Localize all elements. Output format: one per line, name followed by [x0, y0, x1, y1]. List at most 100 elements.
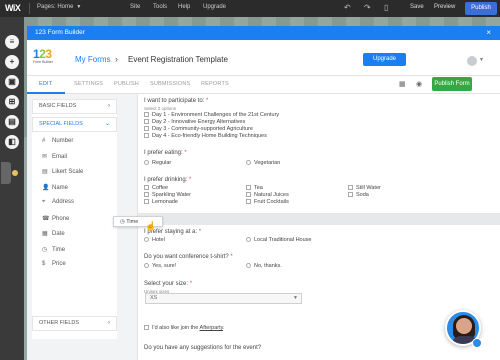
dollar-icon: $ [42, 261, 46, 267]
field-label: Address [52, 199, 75, 205]
number-icon: # [42, 138, 46, 144]
checkbox[interactable] [246, 199, 251, 204]
checkbox[interactable] [144, 325, 149, 330]
checkbox[interactable] [246, 185, 251, 190]
radio-option[interactable]: No, thanks. [246, 263, 282, 269]
field-price[interactable]: $ Price [42, 261, 66, 267]
preview-button[interactable]: Preview [434, 4, 455, 10]
tab-edit[interactable]: EDIT [39, 81, 52, 87]
avatar[interactable] [467, 56, 477, 66]
field-number[interactable]: # Number [42, 138, 73, 144]
radio[interactable] [246, 160, 251, 165]
radio[interactable] [144, 160, 149, 165]
tab-reports[interactable]: REPORTS [201, 81, 229, 87]
radio-option[interactable]: Hotel [144, 237, 165, 243]
checkbox-option[interactable]: Coffee [144, 185, 168, 191]
checkbox-option[interactable]: Lemonade [144, 199, 178, 205]
radio[interactable] [246, 237, 251, 242]
radio[interactable] [246, 263, 251, 268]
afterparty-checkbox-option[interactable]: I'd also like join the Afterparty. [144, 325, 225, 331]
mobile-view-icon[interactable]: ▯ [384, 3, 388, 12]
tab-publish[interactable]: PUBLISH [114, 81, 139, 87]
checkbox[interactable] [144, 112, 149, 117]
radio[interactable] [144, 237, 149, 242]
tab-settings[interactable]: SETTINGS [74, 81, 103, 87]
panel-handle[interactable] [1, 162, 11, 184]
redo-icon[interactable]: ↷ [364, 3, 371, 12]
checkbox-option[interactable]: Natural Juices [246, 192, 289, 198]
afterparty-link[interactable]: Afterparty [200, 325, 223, 331]
radio-option[interactable]: Yes, sure! [144, 263, 176, 269]
blog-icon[interactable]: ◧ [5, 135, 19, 149]
add-icon[interactable]: + [5, 55, 19, 69]
checkbox[interactable] [144, 185, 149, 190]
checkbox[interactable] [246, 192, 251, 197]
checkbox[interactable] [348, 192, 353, 197]
checkbox-option[interactable]: Still Water [348, 185, 381, 191]
menu-site[interactable]: Site [130, 4, 140, 10]
checkbox[interactable] [144, 199, 149, 204]
checkbox[interactable] [144, 133, 149, 138]
basic-fields-header[interactable]: BASIC FIELDS › [32, 99, 117, 114]
checkbox-option[interactable]: Day 4 - Eco-friendly Home Building Techn… [144, 133, 267, 139]
chevron-right-icon: › [108, 320, 110, 326]
tab-bar: EDIT SETTINGS PUBLISH SUBMISSIONS REPORT… [27, 76, 500, 94]
field-likert-scale[interactable]: ▤ Likert Scale [42, 168, 83, 175]
checkbox-option[interactable]: Tea [246, 185, 263, 191]
grid-icon[interactable]: ▦ [399, 80, 406, 88]
pages-dropdown[interactable]: Pages: Home ▼ [37, 4, 81, 10]
checkbox-option[interactable]: Day 2 - Innovative Energy Alternatives [144, 119, 245, 125]
field-name[interactable]: 👤 Name [42, 184, 68, 191]
chevron-down-icon[interactable]: ▼ [479, 57, 484, 63]
radio-option[interactable]: Local Traditional House [246, 237, 311, 243]
other-fields-header[interactable]: OTHER FIELDS › [32, 316, 117, 331]
checkbox-option[interactable]: Soda [348, 192, 369, 198]
radio-option[interactable]: Regular [144, 160, 171, 166]
radio-option[interactable]: Vegetarian [246, 160, 280, 166]
radio[interactable] [144, 263, 149, 268]
field-time[interactable]: ◷ Time [42, 246, 65, 253]
checkbox-option[interactable]: Sparkling Water [144, 192, 191, 198]
size-select[interactable]: XS ▼ [145, 293, 302, 304]
publish-form-button[interactable]: Publish Form [432, 77, 472, 91]
drag-field-label: Time [126, 219, 139, 225]
checkbox[interactable] [348, 185, 353, 190]
checkbox[interactable] [144, 192, 149, 197]
store-icon[interactable]: ▤ [5, 115, 19, 129]
checkbox-option[interactable]: Day 1 - Environment Challenges of the 21… [144, 112, 279, 118]
menu-icon[interactable]: ≡ [5, 35, 19, 49]
menu-upgrade[interactable]: Upgrade [203, 4, 226, 10]
person-icon: 👤 [42, 185, 50, 191]
close-icon[interactable]: × [486, 26, 491, 40]
checkbox[interactable] [144, 126, 149, 131]
field-date[interactable]: ▦ Date [42, 230, 65, 237]
checkbox-option[interactable]: Fruit Cocktails [246, 199, 289, 205]
tab-submissions[interactable]: SUBMISSIONS [150, 81, 190, 87]
form-builder-logo[interactable]: 123 Form Builder [33, 48, 61, 70]
special-fields-header[interactable]: SPECIAL FIELDS ⌄ [32, 117, 117, 132]
breadcrumb-my-forms[interactable]: My Forms [75, 55, 111, 64]
save-button[interactable]: Save [410, 4, 424, 10]
field-label: Name [52, 185, 69, 191]
field-address[interactable]: ⌖ Address [42, 199, 74, 206]
email-icon: ✉ [42, 154, 48, 160]
checkbox[interactable] [144, 119, 149, 124]
apps-icon[interactable]: ⊞ [5, 95, 19, 109]
avatar-face [456, 318, 472, 334]
field-label: Number [52, 138, 74, 144]
media-icon[interactable]: ▣ [5, 75, 19, 89]
field-phone[interactable]: ☎ Phone [42, 215, 69, 222]
wix-publish-button[interactable]: Publish [465, 2, 497, 15]
menu-tools[interactable]: Tools [153, 4, 167, 10]
field-email[interactable]: ✉ Email [42, 153, 67, 160]
question-hint: Select 2 options [144, 106, 177, 111]
basic-fields-label: BASIC FIELDS [39, 103, 77, 109]
checkbox-option[interactable]: Day 3 - Community-supported Agriculture [144, 126, 253, 132]
undo-icon[interactable]: ↶ [344, 3, 351, 12]
drop-placeholder [138, 213, 500, 225]
chevron-down-icon: ⌄ [104, 121, 110, 127]
eye-icon[interactable]: ◉ [416, 80, 422, 88]
upgrade-button[interactable]: Upgrade [363, 53, 406, 66]
menu-help[interactable]: Help [178, 4, 190, 10]
app-window-header: 123 Form Builder × [27, 26, 500, 40]
